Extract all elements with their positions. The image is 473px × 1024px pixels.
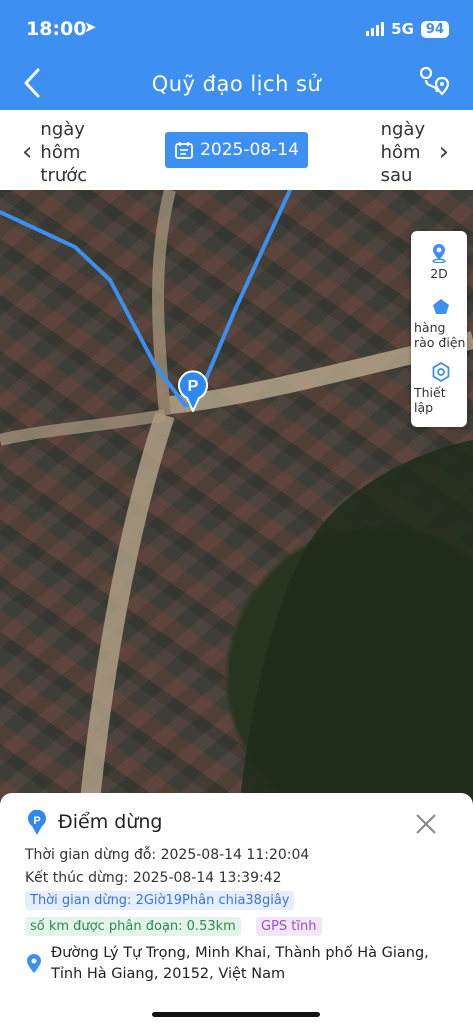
svg-text:P: P <box>33 815 40 827</box>
stop-end-label: Kết thúc dừng: <box>25 870 129 886</box>
stop-duration-badge: Thời gian dừng: 2Giờ19Phân chia38giây <box>25 891 295 910</box>
location-arrow-icon: ➤ <box>84 18 97 36</box>
satellite-map[interactable]: P <box>0 190 473 800</box>
road <box>0 409 167 446</box>
status-indicators: 5G 94 <box>366 20 449 38</box>
prev-day-button[interactable]: ‹ ngày hôm trước <box>22 118 100 187</box>
segment-km-badge: số km được phân đoạn: 0.53km <box>25 917 241 936</box>
geofence-label: hàng rào điện <box>414 320 466 350</box>
current-date: 2025-08-14 <box>200 140 299 160</box>
app-header: 18:00 ➤ 5G 94 Quỹ đạo lịch sử <box>0 0 473 110</box>
status-time: 18:00 <box>26 18 87 40</box>
map-control-panel: 2D hàng rào điện Thiết lập <box>411 231 467 427</box>
settings-button[interactable]: Thiết lập <box>411 362 467 415</box>
pentagon-fence-icon <box>432 299 449 314</box>
network-type: 5G <box>391 20 414 38</box>
date-picker-button[interactable]: 2025-08-14 <box>165 132 308 168</box>
view-2d-button[interactable]: 2D <box>411 243 467 281</box>
stop-end-row: Kết thúc dừng: 2025-08-14 13:39:42 <box>25 870 282 886</box>
stop-detail-sheet: P Điểm dừng Thời gian dừng đỗ: 2025-08-1… <box>0 793 473 1024</box>
road <box>80 411 175 800</box>
close-icon[interactable] <box>415 813 437 835</box>
calendar-icon <box>175 142 193 159</box>
stop-start-row: Thời gian dừng đỗ: 2025-08-14 11:20:04 <box>25 847 309 863</box>
view-2d-label: 2D <box>430 266 448 281</box>
chevron-left-icon: ‹ <box>22 137 33 167</box>
sheet-title: Điểm dừng <box>58 811 163 833</box>
geofence-button[interactable]: hàng rào điện <box>411 297 467 350</box>
parking-pin-icon: P <box>28 810 46 835</box>
map-overlay <box>0 190 473 800</box>
route-icon[interactable] <box>417 64 451 98</box>
forest-area <box>240 440 473 800</box>
stop-start-value: 2025-08-14 11:20:04 <box>160 847 310 863</box>
next-day-label: ngày hôm sau <box>380 119 426 186</box>
signal-icon <box>366 22 385 36</box>
date-navigation: ‹ ngày hôm trước 2025-08-14 ngày hôm sau… <box>0 110 473 190</box>
stop-start-label: Thời gian dừng đỗ: <box>25 847 157 863</box>
page-title: Quỹ đạo lịch sử <box>151 72 322 96</box>
next-day-button[interactable]: ngày hôm sau › <box>381 118 449 187</box>
battery-badge: 94 <box>420 20 449 38</box>
location-pin-icon <box>27 954 41 973</box>
stop-marker[interactable]: P <box>177 370 209 412</box>
settings-label: Thiết lập <box>414 385 446 415</box>
map-pin-icon <box>432 244 446 263</box>
stop-address: Đường Lý Tự Trọng, Minh Khai, Thành phố … <box>51 945 429 982</box>
stop-end-value: 2025-08-14 13:39:42 <box>132 870 282 886</box>
stop-marker-label: P <box>188 378 199 395</box>
prev-day-label: ngày hôm trước <box>40 119 88 186</box>
route-line <box>0 190 292 407</box>
chevron-right-icon: › <box>438 137 449 167</box>
gps-status-badge: GPS tĩnh <box>256 917 322 936</box>
home-indicator[interactable] <box>152 1012 320 1017</box>
gear-icon <box>432 362 449 382</box>
